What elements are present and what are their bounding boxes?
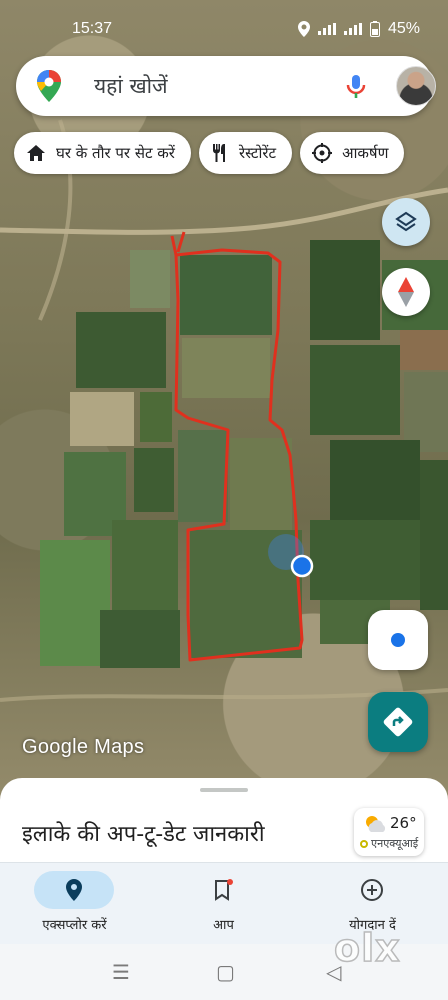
chip-label: रेस्टोरेंट bbox=[238, 144, 277, 162]
status-icons: 45% bbox=[297, 20, 420, 38]
avatar[interactable] bbox=[396, 66, 436, 106]
sheet-drag-handle[interactable] bbox=[200, 788, 248, 792]
aqi-dot-icon bbox=[360, 839, 368, 848]
chip-label: आकर्षण bbox=[342, 144, 389, 162]
nav-explore-pill[interactable] bbox=[34, 871, 114, 909]
aqi-indicator: एनएक्यूआई bbox=[360, 836, 418, 851]
nav-you[interactable]: आप bbox=[149, 863, 298, 945]
bottom-sheet[interactable]: इलाके की अप-टू-डेट जानकारी 26° एनएक्यूआई bbox=[0, 778, 448, 868]
microphone-icon[interactable] bbox=[342, 72, 370, 100]
chip-set-home[interactable]: घर के तौर पर सेट करें bbox=[14, 132, 191, 174]
my-location-icon bbox=[391, 633, 405, 647]
category-chips: घर के तौर पर सेट करें रेस्टोरेंट आकर्षण bbox=[14, 132, 405, 174]
search-bar[interactable]: यहां खोजें bbox=[16, 56, 436, 116]
compass-button[interactable] bbox=[382, 268, 430, 316]
status-bar: 15:37 45% bbox=[0, 14, 448, 44]
status-time: 15:37 bbox=[72, 20, 113, 37]
partly-cloudy-icon bbox=[366, 816, 386, 832]
restaurant-icon bbox=[212, 144, 225, 162]
olx-watermark: olx bbox=[333, 925, 401, 971]
nav-explore[interactable]: एक्सप्लोर करें bbox=[0, 863, 149, 945]
signal-2-icon bbox=[343, 23, 362, 35]
search-placeholder[interactable]: यहां खोजें bbox=[94, 72, 168, 100]
home-button-icon[interactable]: ▢ bbox=[216, 960, 235, 984]
temperature: 26° bbox=[390, 814, 417, 832]
satellite-map[interactable] bbox=[0, 0, 448, 800]
chip-restaurants[interactable]: रेस्टोरेंट bbox=[198, 132, 293, 174]
weather-widget[interactable]: 26° एनएक्यूआई bbox=[354, 808, 424, 856]
attraction-icon bbox=[312, 143, 333, 163]
chip-attractions[interactable]: आकर्षण bbox=[300, 132, 405, 174]
aqi-label: एनएक्यूआई bbox=[371, 837, 419, 850]
my-location-button[interactable] bbox=[368, 610, 428, 670]
home-icon bbox=[27, 145, 45, 161]
layers-button[interactable] bbox=[382, 198, 430, 246]
signal-icon bbox=[317, 23, 336, 35]
current-location-dot bbox=[290, 554, 314, 578]
saved-bookmark-icon bbox=[215, 879, 233, 901]
nav-you-pill[interactable] bbox=[183, 871, 263, 909]
location-status-icon bbox=[297, 21, 310, 37]
sheet-title: इलाके की अप-टू-डेट जानकारी bbox=[22, 822, 265, 847]
recent-apps-icon[interactable]: ☰ bbox=[112, 960, 130, 984]
google-maps-pin-icon bbox=[37, 70, 61, 102]
nav-contribute-pill[interactable] bbox=[332, 871, 412, 909]
explore-pin-icon bbox=[66, 879, 82, 901]
battery-percent: 45% bbox=[387, 20, 420, 37]
google-maps-logo: Google Maps bbox=[22, 736, 145, 758]
directions-button[interactable] bbox=[368, 692, 428, 752]
compass-icon bbox=[398, 277, 414, 307]
layers-icon bbox=[395, 211, 417, 232]
contribute-plus-icon bbox=[361, 879, 383, 901]
directions-icon bbox=[383, 707, 413, 737]
map-imagery bbox=[0, 119, 448, 702]
battery-icon bbox=[369, 21, 380, 37]
nav-label: एक्सप्लोर करें bbox=[42, 918, 107, 933]
chip-label: घर के तौर पर सेट करें bbox=[56, 144, 175, 162]
nav-label: आप bbox=[213, 918, 234, 933]
